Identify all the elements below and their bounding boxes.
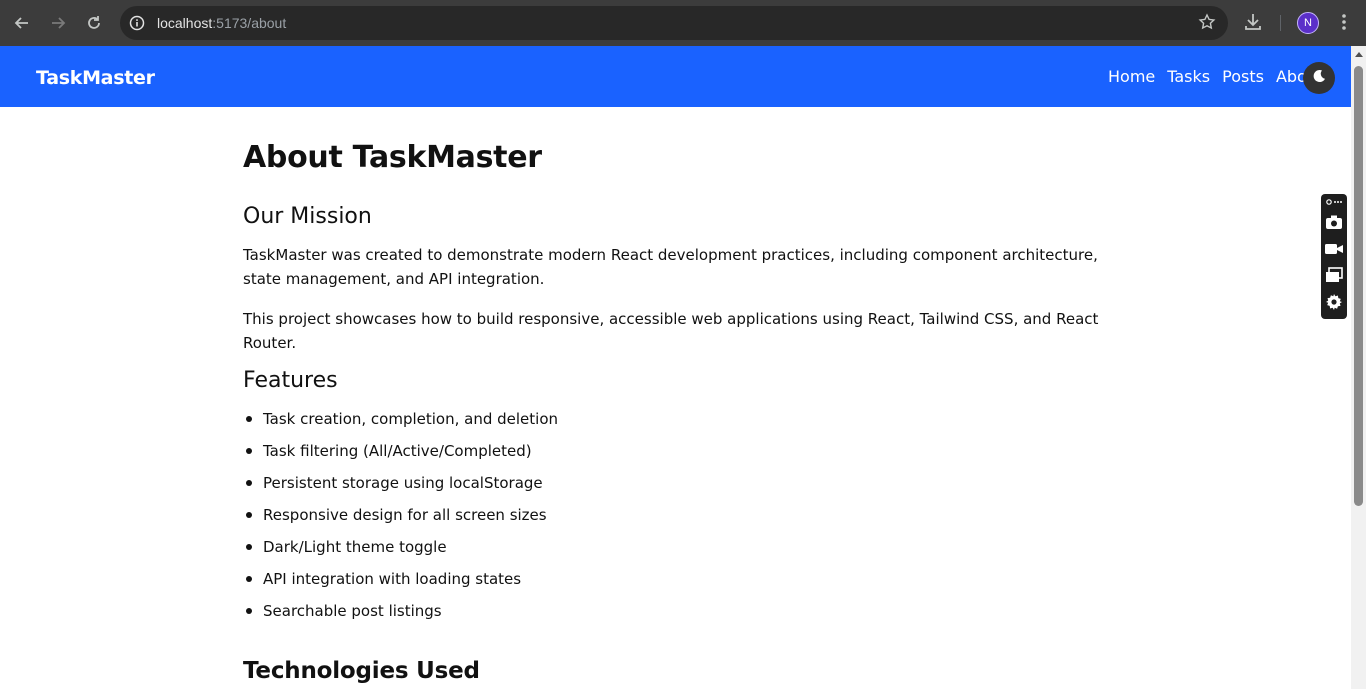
forward-arrow-icon[interactable]	[46, 11, 70, 35]
brand-logo[interactable]: TaskMaster	[36, 67, 155, 89]
url-path: :5173/about	[212, 15, 287, 31]
site-info-icon[interactable]	[129, 15, 145, 36]
app-header: TaskMaster HomeTasksPostsAbout	[0, 46, 1351, 107]
bookmark-star-icon[interactable]	[1198, 13, 1216, 36]
camera-icon[interactable]	[1325, 213, 1343, 231]
address-bar[interactable]: localhost:5173/about	[120, 6, 1228, 40]
nav-home[interactable]: Home	[1108, 67, 1155, 86]
nav-posts[interactable]: Posts	[1222, 67, 1264, 86]
list-item: Responsive design for all screen sizes	[243, 504, 558, 536]
capture-toolbar	[1321, 194, 1347, 319]
profile-avatar[interactable]: N	[1297, 12, 1319, 34]
list-item: Task filtering (All/Active/Completed)	[243, 440, 558, 472]
mission-paragraph-1: TaskMaster was created to demonstrate mo…	[243, 246, 1098, 288]
gear-icon[interactable]	[1325, 293, 1343, 311]
list-item: Task creation, completion, and deletion	[243, 408, 558, 440]
list-item: Searchable post listings	[243, 600, 558, 632]
nav-tasks[interactable]: Tasks	[1167, 67, 1210, 86]
page-scrollbar[interactable]	[1351, 46, 1366, 689]
main-nav: HomeTasksPostsAbout	[1108, 67, 1312, 89]
features-heading: Features	[243, 368, 338, 393]
technologies-heading: Technologies Used	[243, 658, 480, 684]
download-icon[interactable]	[1242, 11, 1264, 38]
mission-heading: Our Mission	[243, 204, 372, 229]
list-item: Persistent storage using localStorage	[243, 472, 558, 504]
toolbar-divider	[1280, 15, 1281, 31]
url-host: localhost	[157, 15, 213, 31]
list-item: API integration with loading states	[243, 568, 558, 600]
link-more-icon[interactable]	[1325, 196, 1343, 208]
moon-icon	[1311, 68, 1327, 89]
browser-toolbar: localhost:5173/about N	[0, 0, 1366, 46]
mission-paragraph-2: This project showcases how to build resp…	[243, 310, 1099, 352]
theme-toggle-button[interactable]	[1303, 62, 1335, 94]
features-list: Task creation, completion, and deletion …	[243, 408, 558, 632]
page-title: About TaskMaster	[243, 140, 542, 175]
scroll-up-arrow-icon[interactable]	[1355, 52, 1363, 57]
video-icon[interactable]	[1325, 240, 1343, 258]
url-text: localhost:5173/about	[157, 15, 286, 31]
reload-icon[interactable]	[82, 11, 106, 35]
back-arrow-icon[interactable]	[10, 11, 34, 35]
windows-icon[interactable]	[1325, 266, 1343, 284]
scrollbar-thumb[interactable]	[1354, 66, 1363, 506]
kebab-menu-icon[interactable]	[1334, 11, 1354, 38]
list-item: Dark/Light theme toggle	[243, 536, 558, 568]
